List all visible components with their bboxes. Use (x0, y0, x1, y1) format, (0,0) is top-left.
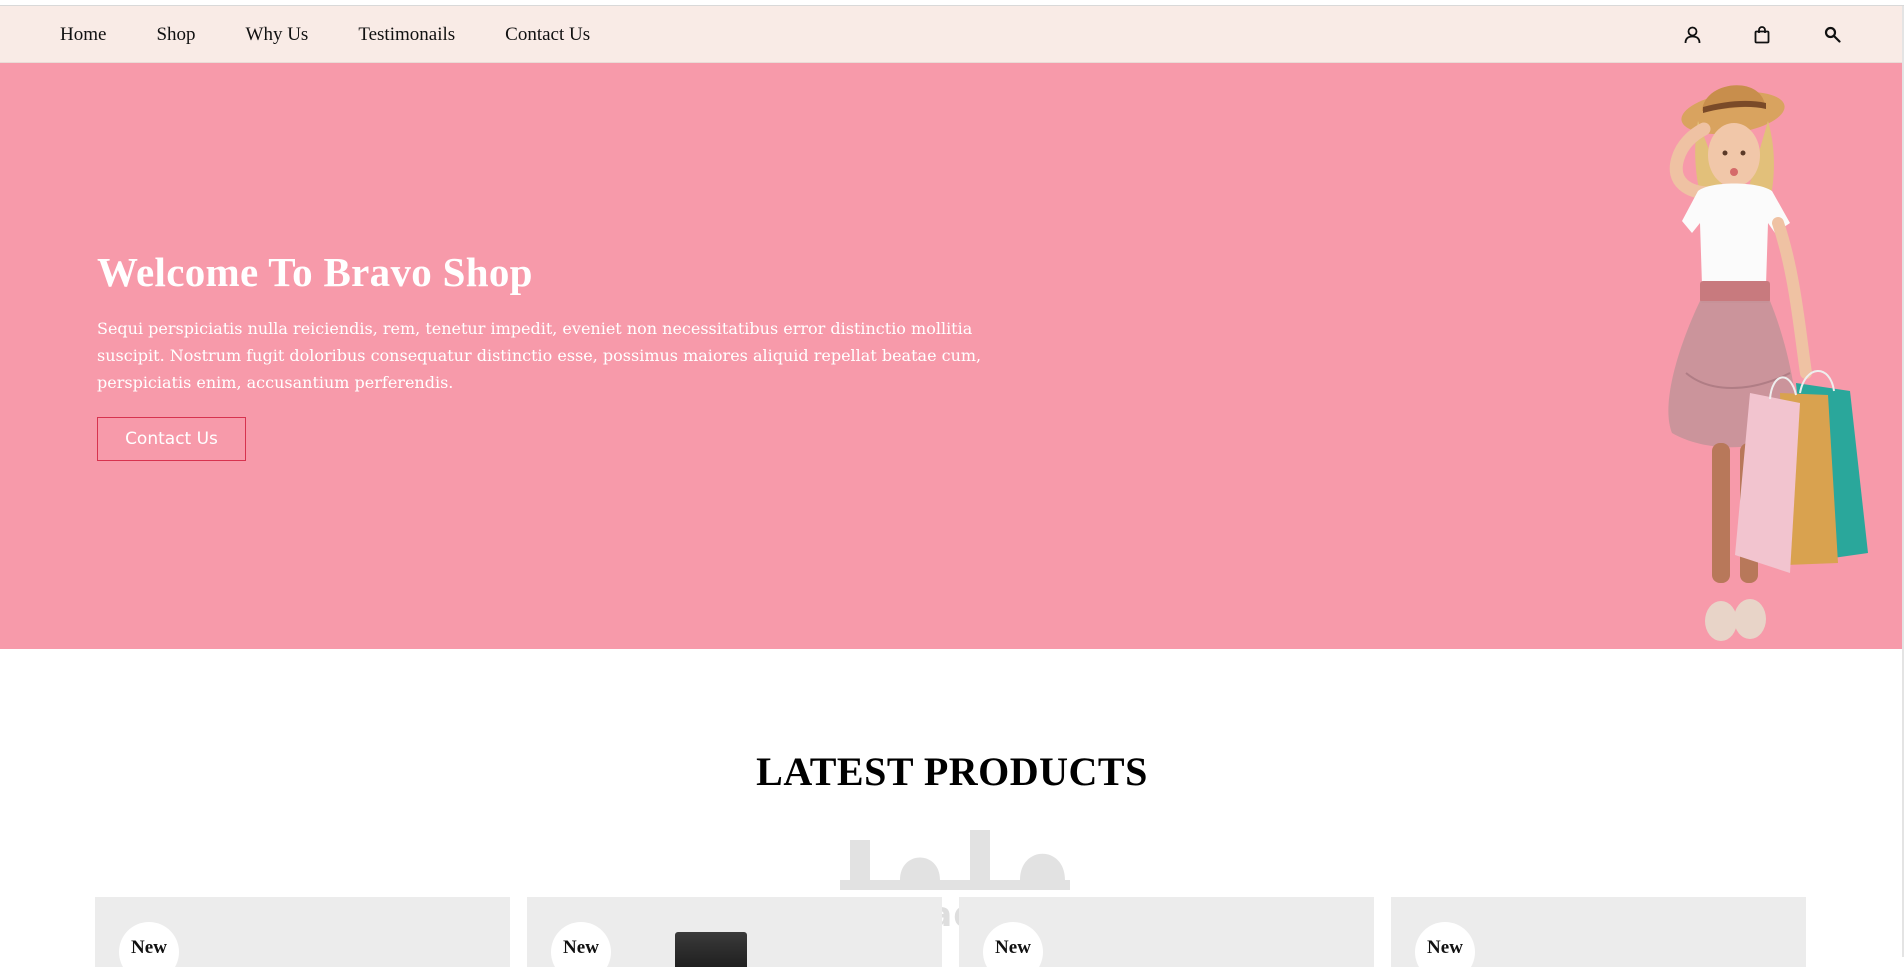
mostaql-logo-icon (840, 830, 1070, 890)
product-image (675, 932, 747, 967)
nav-link-contact-us[interactable]: Contact Us (505, 24, 590, 46)
hero-text: Sequi perspiciatis nulla reiciendis, rem… (97, 319, 982, 392)
hero-title: Welcome To Bravo Shop (97, 249, 533, 295)
contact-us-button[interactable]: Contact Us (97, 417, 246, 461)
latest-products-title: LATEST PRODUCTS (756, 749, 1148, 794)
new-badge: New (119, 922, 179, 967)
nav-link-shop[interactable]: Shop (156, 24, 195, 46)
search-icon[interactable] (1822, 25, 1842, 45)
nav-link-home[interactable]: Home (60, 24, 106, 46)
hero-banner: Welcome To Bravo Shop Sequi perspiciatis… (0, 63, 1904, 649)
shopping-bag-icon[interactable] (1752, 25, 1772, 45)
new-badge: New (1415, 922, 1475, 967)
user-icon[interactable] (1682, 25, 1702, 45)
nav-link-testimonials[interactable]: Testimonails (358, 24, 455, 46)
nav-link-why-us[interactable]: Why Us (246, 24, 309, 46)
new-badge: New (551, 922, 611, 967)
navbar: Home Shop Why Us Testimonails Contact Us (0, 6, 1904, 63)
nav-icons (1682, 6, 1842, 63)
new-badge: New (983, 922, 1043, 967)
hero-girl-image (1668, 85, 1868, 641)
nav-links: Home Shop Why Us Testimonails Contact Us (60, 6, 590, 63)
